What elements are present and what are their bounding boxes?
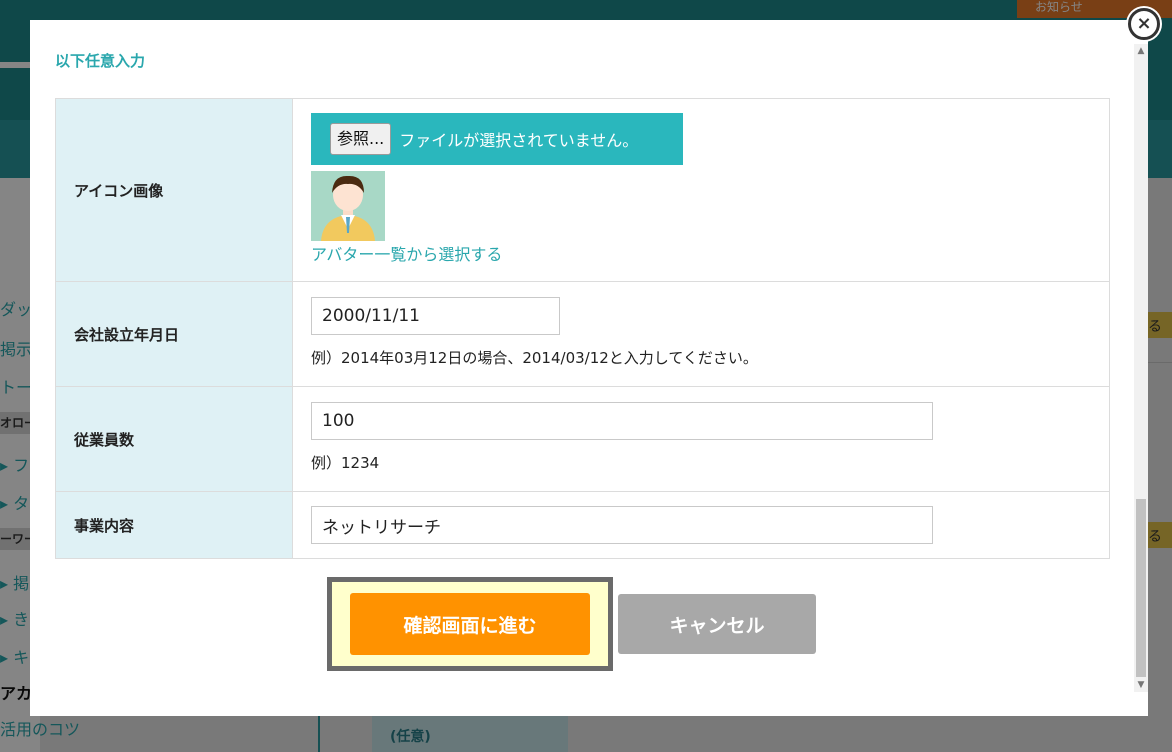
founded-date-input[interactable]	[311, 297, 560, 335]
business-input[interactable]	[311, 506, 933, 544]
optional-form-table: アイコン画像 参照... ファイルが選択されていません。 アバター一覧から選択す…	[55, 98, 1110, 559]
close-icon[interactable]: ×	[1128, 8, 1160, 40]
form-row-icon: アイコン画像 参照... ファイルが選択されていません。 アバター一覧から選択す…	[55, 98, 1110, 282]
row-value	[292, 491, 1110, 559]
form-actions: 確認画面に進む キャンセル	[327, 577, 816, 671]
confirm-button[interactable]: 確認画面に進む	[350, 593, 590, 655]
row-label: 従業員数	[55, 386, 293, 492]
form-row-business: 事業内容	[55, 491, 1110, 559]
scroll-down-icon[interactable]: ▼	[1134, 678, 1148, 692]
modal-dialog: 以下任意入力 アイコン画像 参照... ファイルが選択されていません。 アバター…	[30, 20, 1148, 716]
founded-date-hint: 例）2014年03月12日の場合、2014/03/12と入力してください。	[311, 349, 758, 367]
employees-hint: 例）1234	[311, 454, 380, 472]
row-label: 事業内容	[55, 491, 293, 559]
row-value: 例）2014年03月12日の場合、2014/03/12と入力してください。	[292, 281, 1110, 387]
focus-highlight: 確認画面に進む	[327, 577, 613, 671]
employees-input[interactable]	[311, 402, 933, 440]
file-status-text: ファイルが選択されていません。	[399, 131, 639, 150]
scroll-thumb[interactable]	[1136, 499, 1146, 677]
avatar-image	[311, 171, 385, 241]
scroll-up-icon[interactable]: ▲	[1134, 44, 1148, 58]
avatar-illustration	[311, 171, 385, 241]
form-row-employees: 従業員数 例）1234	[55, 386, 1110, 492]
file-upload-bar: 参照... ファイルが選択されていません。	[311, 113, 683, 165]
section-title: 以下任意入力	[55, 52, 146, 70]
form-row-founded: 会社設立年月日 例）2014年03月12日の場合、2014/03/12と入力して…	[55, 281, 1110, 387]
choose-avatar-link[interactable]: アバター一覧から選択する	[311, 241, 1109, 265]
cancel-button[interactable]: キャンセル	[618, 594, 816, 654]
row-label: アイコン画像	[55, 98, 293, 282]
modal-scrollbar[interactable]: ▲ ▼	[1134, 44, 1148, 692]
row-label: 会社設立年月日	[55, 281, 293, 387]
browse-button[interactable]: 参照...	[330, 123, 392, 155]
row-value: 参照... ファイルが選択されていません。 アバター一覧から選択する	[292, 98, 1110, 282]
row-value: 例）1234	[292, 386, 1110, 492]
